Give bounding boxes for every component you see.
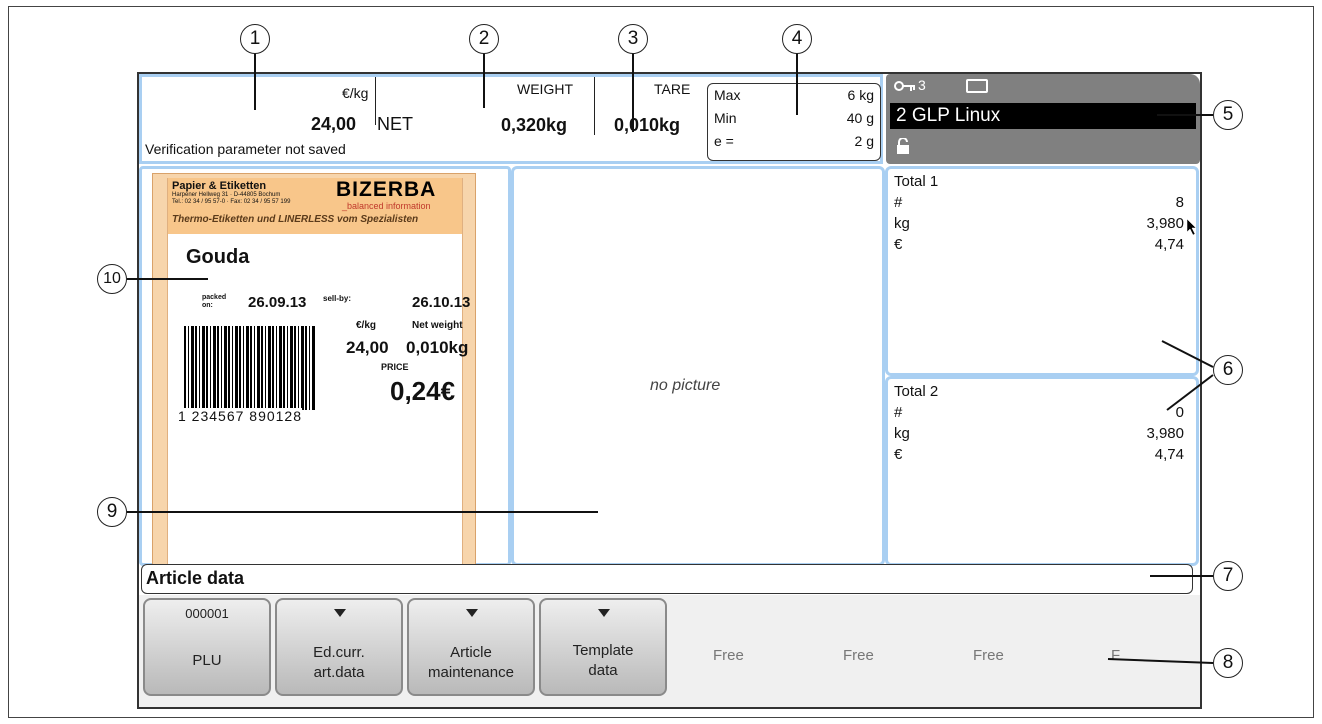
callout-leaders xyxy=(127,52,1214,664)
callout-9: 9 xyxy=(97,497,127,527)
callout-3: 3 xyxy=(618,24,648,54)
callout-2: 2 xyxy=(469,24,499,54)
callout-1: 1 xyxy=(240,24,270,54)
callout-10: 10 xyxy=(97,264,127,294)
callout-8: 8 xyxy=(1213,648,1243,678)
callout-5: 5 xyxy=(1213,100,1243,130)
callout-4: 4 xyxy=(782,24,812,54)
callout-7: 7 xyxy=(1213,561,1243,591)
callout-6: 6 xyxy=(1213,355,1243,385)
